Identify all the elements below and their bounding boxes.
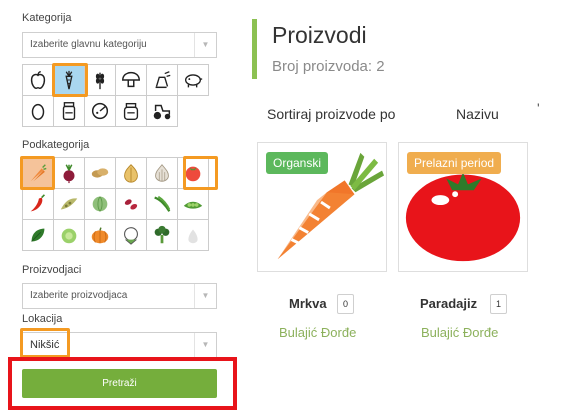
cauliflower-icon [124,227,138,245]
subcategory-broccoli[interactable] [147,220,178,251]
jar-icon [62,102,76,120]
category-select-value: Izaberite glavnu kategoriju [30,39,147,50]
product-quantity-tomato[interactable]: 1 [490,294,507,314]
subcategory-tomato-highlight [183,156,218,190]
category-label: Kategorija [22,12,72,24]
subcategory-chili[interactable] [23,189,54,220]
green-beans-icon [154,195,171,212]
garlic-icon [155,164,169,182]
subcategory-pumpkin[interactable] [85,220,116,251]
subcategory-garlic[interactable] [147,158,178,189]
sort-label: Sortiraj proizvode po [267,106,396,122]
subcategory-lettuce[interactable] [54,220,85,251]
subcategory-other[interactable] [178,220,209,251]
product-card-tomato[interactable]: Prelazni period [398,142,528,272]
category-dairy[interactable] [85,96,116,127]
cheese-icon [91,102,109,120]
category-icon-grid [22,64,209,127]
spinach-icon [31,228,45,242]
tractor-icon [153,104,171,120]
pot-icon [123,102,139,120]
title-accent-bar [252,19,257,79]
chevron-down-icon: ▼ [194,333,216,357]
apple-icon [30,71,46,89]
category-apple[interactable] [23,65,54,96]
category-select[interactable]: Izaberite glavnu kategoriju ▼ [22,32,217,58]
lettuce-icon [61,228,77,244]
peas-icon [183,201,203,209]
location-highlight [20,328,70,358]
subcategory-beans[interactable] [116,189,147,220]
product-card-carrot[interactable]: Organski [257,142,387,272]
chili-icon [30,194,46,212]
mushroom-icon [122,71,140,88]
subcategory-spinach[interactable] [23,220,54,251]
producer-select-value: Izaberite proizvodjaca [30,290,128,301]
subcategory-cabbage[interactable] [85,189,116,220]
subcategory-peas[interactable] [178,189,209,220]
subcategory-green-beans[interactable] [147,189,178,220]
category-preserves[interactable] [54,96,85,127]
category-highlight [52,63,88,97]
subcategory-onion[interactable] [116,158,147,189]
pumpkin-icon [91,227,109,244]
pea-pod-icon [60,198,78,210]
subcategory-cauliflower[interactable] [116,220,147,251]
beetroot-icon [63,164,75,184]
wheat-icon [95,72,105,90]
subcategory-beetroot[interactable] [54,158,85,189]
seller-link-carrot[interactable]: Bulajić Đorđe [279,325,356,340]
producer-label: Proizvodjaci [22,264,82,276]
organic-badge: Organski [266,152,329,174]
subcategory-potatoes[interactable] [85,158,116,189]
category-bakery[interactable] [147,65,178,96]
transition-period-badge: Prelazni period [407,152,502,174]
other-vegetable-icon [188,229,198,244]
sort-option-more[interactable]: ' [537,100,540,116]
page-title: Proizvodi [272,22,367,48]
beans-icon [124,199,138,210]
category-honey[interactable] [116,96,147,127]
chevron-down-icon: ▼ [194,284,216,308]
product-count: Broj proizvoda: 2 [272,58,385,75]
cabbage-icon [92,196,108,212]
location-label: Lokacija [22,313,63,325]
onion-icon [124,164,138,183]
category-meat[interactable] [178,65,209,96]
sort-option-name[interactable]: Nazivu [456,106,499,122]
product-name-tomato[interactable]: Paradajiz [420,296,477,311]
search-button-highlight [8,357,237,410]
subcategory-pea-pod[interactable] [54,189,85,220]
egg-icon [31,103,45,120]
filter-sidebar: Kategorija Izaberite glavnu kategoriju ▼ [0,0,240,415]
category-machinery[interactable] [147,96,178,127]
category-grains[interactable] [85,65,116,96]
product-name-carrot[interactable]: Mrkva [289,296,327,311]
pig-icon [184,74,203,88]
subcategory-label: Podkategorija [22,139,90,151]
chevron-down-icon: ▼ [194,33,216,57]
product-quantity-carrot[interactable]: 0 [337,294,354,314]
bread-icon [155,71,171,89]
category-eggs[interactable] [23,96,54,127]
products-panel: Proizvodi Broj proizvoda: 2 Sortiraj pro… [252,0,568,415]
producer-select[interactable]: Izaberite proizvodjaca ▼ [22,283,217,309]
broccoli-icon [154,225,170,244]
category-mushrooms[interactable] [116,65,147,96]
potatoes-icon [91,168,109,178]
seller-link-tomato[interactable]: Bulajić Đorđe [421,325,498,340]
subcategory-carrots-highlight [20,156,55,190]
